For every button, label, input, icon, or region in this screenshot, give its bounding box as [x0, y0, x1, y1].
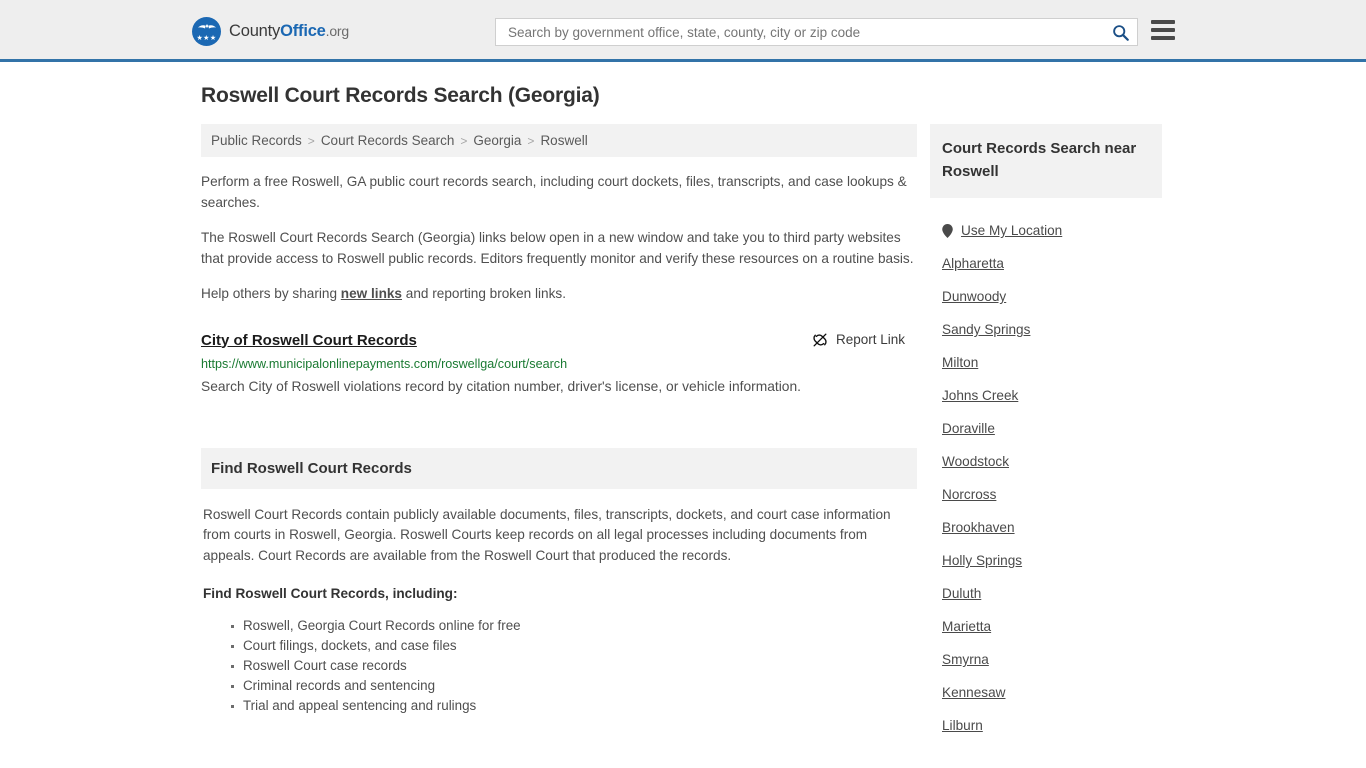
- sidebar-heading: Court Records Search near Roswell: [930, 124, 1162, 198]
- result-description: Search City of Roswell violations record…: [201, 378, 801, 394]
- breadcrumb: Public Records > Court Records Search > Geor…: [201, 124, 917, 157]
- sidebar-item-lilburn[interactable]: Lilburn: [930, 709, 1162, 742]
- list-item: Court filings, dockets, and case files: [231, 636, 915, 656]
- city-link[interactable]: Duluth: [942, 586, 981, 601]
- sidebar-item-duluth[interactable]: Duluth: [930, 577, 1162, 610]
- breadcrumb-item-court-records-search[interactable]: Court Records Search: [321, 133, 455, 148]
- sidebar-item-kennesaw[interactable]: Kennesaw: [930, 676, 1162, 709]
- result-title-link[interactable]: City of Roswell Court Records: [201, 332, 417, 349]
- sidebar-item-alpharetta[interactable]: Alpharetta: [930, 247, 1162, 280]
- sidebar: Court Records Search near Roswell Use My…: [930, 124, 1162, 742]
- sidebar-nearby-list: Use My Location Alpharetta Dunwoody Sand…: [930, 214, 1162, 742]
- result-url-link[interactable]: https://www.municipalonlinepayments.com/…: [201, 357, 917, 371]
- city-link[interactable]: Dunwoody: [942, 289, 1006, 304]
- city-link[interactable]: Milton: [942, 355, 978, 370]
- city-link[interactable]: Smyrna: [942, 652, 989, 667]
- intro-paragraph-3: Help others by sharing new links and rep…: [201, 284, 917, 305]
- main-column: Public Records > Court Records Search > Geor…: [201, 124, 917, 716]
- sidebar-item-milton[interactable]: Milton: [930, 346, 1162, 379]
- report-link-button[interactable]: Report Link: [812, 332, 917, 348]
- breadcrumb-separator: >: [307, 134, 315, 148]
- brand-part-org: .org: [325, 23, 350, 39]
- hamburger-menu-icon[interactable]: [1151, 20, 1175, 40]
- share-text-before: Help others by sharing: [201, 286, 341, 301]
- sidebar-item-norcross[interactable]: Norcross: [930, 478, 1162, 511]
- site-header: ★★★ CountyOffice.org: [0, 0, 1366, 62]
- breadcrumb-separator: >: [460, 134, 468, 148]
- brand-logo-link[interactable]: ★★★ CountyOffice.org: [192, 17, 349, 46]
- search-input[interactable]: [506, 20, 1109, 44]
- breadcrumb-item-public-records[interactable]: Public Records: [211, 133, 302, 148]
- list-item: Roswell, Georgia Court Records online fo…: [231, 616, 915, 636]
- sidebar-item-marietta[interactable]: Marietta: [930, 610, 1162, 643]
- city-link[interactable]: Holly Springs: [942, 553, 1022, 568]
- city-link[interactable]: Kennesaw: [942, 685, 1005, 700]
- search-result-item: City of Roswell Court Records Report Lin…: [201, 332, 917, 397]
- city-link[interactable]: Alpharetta: [942, 256, 1004, 271]
- brand-part-county: County: [229, 22, 281, 40]
- eagle-icon: [197, 24, 216, 29]
- broken-link-icon: [813, 332, 827, 347]
- find-records-paragraph: Roswell Court Records contain publicly a…: [203, 506, 891, 563]
- find-records-section-heading: Find Roswell Court Records: [201, 447, 917, 489]
- list-item: Criminal records and sentencing: [231, 676, 915, 696]
- city-link[interactable]: Norcross: [942, 487, 996, 502]
- sidebar-item-use-my-location[interactable]: Use My Location: [930, 214, 1162, 247]
- breadcrumb-separator: >: [527, 134, 535, 148]
- find-records-section-body: Roswell Court Records contain publicly a…: [201, 505, 917, 716]
- brand-wordmark: CountyOffice.org: [229, 22, 349, 41]
- search-icon: [1112, 24, 1129, 41]
- find-records-list-lead: Find Roswell Court Records, including:: [203, 586, 458, 601]
- hamburger-bar-2: [1151, 28, 1175, 32]
- stars-icon: ★★★: [196, 35, 217, 42]
- brand-part-office: Office: [280, 22, 326, 40]
- city-link[interactable]: Johns Creek: [942, 388, 1018, 403]
- find-records-bullet-list: Roswell, Georgia Court Records online fo…: [203, 616, 915, 716]
- share-text-after: and reporting broken links.: [402, 286, 566, 301]
- breadcrumb-item-georgia[interactable]: Georgia: [473, 133, 521, 148]
- sidebar-item-dunwoody[interactable]: Dunwoody: [930, 280, 1162, 313]
- sidebar-item-smyrna[interactable]: Smyrna: [930, 643, 1162, 676]
- report-link-label: Report Link: [835, 332, 905, 347]
- search-bar[interactable]: [495, 18, 1138, 46]
- hamburger-bar-1: [1151, 20, 1175, 24]
- use-my-location-link[interactable]: Use My Location: [961, 223, 1062, 238]
- breadcrumb-item-roswell[interactable]: Roswell: [540, 133, 587, 148]
- city-link[interactable]: Sandy Springs: [942, 322, 1030, 337]
- search-button[interactable]: [1109, 21, 1131, 43]
- sidebar-item-brookhaven[interactable]: Brookhaven: [930, 511, 1162, 544]
- intro-paragraph-1: Perform a free Roswell, GA public court …: [201, 174, 907, 210]
- eagle-shield-logo-icon: ★★★: [192, 17, 221, 46]
- page-container: Roswell Court Records Search (Georgia) P…: [0, 62, 1366, 742]
- city-link[interactable]: Brookhaven: [942, 520, 1015, 535]
- sidebar-item-sandy-springs[interactable]: Sandy Springs: [930, 313, 1162, 346]
- list-item: Roswell Court case records: [231, 656, 915, 676]
- sidebar-item-johns-creek[interactable]: Johns Creek: [930, 379, 1162, 412]
- sidebar-item-woodstock[interactable]: Woodstock: [930, 445, 1162, 478]
- map-pin-icon: [942, 223, 953, 238]
- list-item: Trial and appeal sentencing and rulings: [231, 696, 915, 716]
- sidebar-item-holly-springs[interactable]: Holly Springs: [930, 544, 1162, 577]
- page-title: Roswell Court Records Search (Georgia): [201, 84, 600, 107]
- new-links-link[interactable]: new links: [341, 286, 402, 301]
- city-link[interactable]: Lilburn: [942, 718, 983, 733]
- sidebar-item-doraville[interactable]: Doraville: [930, 412, 1162, 445]
- city-link[interactable]: Woodstock: [942, 454, 1009, 469]
- intro-paragraph-2: The Roswell Court Records Search (Georgi…: [201, 230, 914, 266]
- city-link[interactable]: Doraville: [942, 421, 995, 436]
- hamburger-bar-3: [1151, 36, 1175, 40]
- city-link[interactable]: Marietta: [942, 619, 991, 634]
